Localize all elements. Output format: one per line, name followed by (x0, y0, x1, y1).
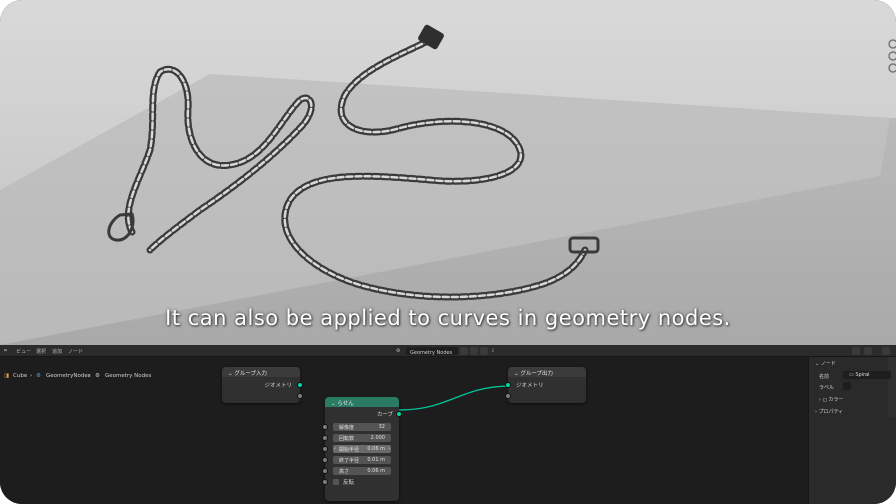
resolution-field[interactable]: 解像度 32 (333, 423, 391, 431)
copy-tree-button[interactable] (470, 347, 478, 355)
output-row: カーブ (325, 409, 402, 420)
node-tree-icon[interactable]: ⚙ (396, 348, 400, 354)
resolution-row: 解像度 32 (322, 422, 399, 433)
increment-arrow-icon[interactable]: › (388, 446, 390, 452)
height-field[interactable]: 高さ 0.06 m (333, 467, 391, 475)
close-tree-button[interactable] (480, 347, 488, 355)
pin-icon[interactable]: ⟟ (492, 348, 494, 354)
editor-header: ⌗ ビュー 選択 追加 ノード ⚙ Geometry Nodes ⟟ (0, 345, 896, 357)
empty-output-socket[interactable] (297, 393, 303, 399)
snap-button[interactable] (864, 347, 872, 355)
video-subtitle: It can also be applied to curves in geom… (165, 306, 731, 330)
end-radius-row: 終了半径 0.01 m (322, 455, 399, 466)
node-link[interactable] (0, 357, 808, 504)
node-header: ⌄ グループ入力 (222, 367, 300, 377)
name-field[interactable]: ▭ Spiral (843, 371, 891, 379)
input-row: ジオメトリ (505, 380, 586, 391)
decrement-arrow-icon[interactable]: ‹ (334, 446, 336, 452)
group-output-node[interactable]: ⌄ グループ出力 ジオメトリ (505, 367, 586, 403)
node-header: ⌄ らせん (325, 397, 399, 407)
name-label: 名前 (819, 374, 830, 380)
start-radius-row: ‹ 開始半径 0.06 m › (322, 444, 399, 455)
empty-row (222, 391, 303, 402)
node-editor: ⌗ ビュー 選択 追加 ノード ⚙ Geometry Nodes ⟟ ◨ Cub… (0, 345, 896, 504)
geometry-input-socket[interactable] (505, 382, 511, 388)
reverse-socket[interactable] (322, 479, 328, 485)
rotations-socket[interactable] (322, 435, 328, 441)
overlay-button[interactable] (852, 347, 860, 355)
properties-sidebar: ⌄ ノード 名前 ▭ Spiral ラベル › ◻ カラー › プロパティ (808, 357, 896, 504)
node-header: ⌄ グループ出力 (508, 367, 586, 377)
reverse-row: 反転 (322, 477, 399, 488)
height-row: 高さ 0.06 m (322, 466, 399, 477)
editor-type-icon[interactable]: ⌗ (4, 348, 7, 354)
output-row: ジオメトリ (222, 380, 303, 391)
color-panel-header[interactable]: › ◻ カラー (819, 396, 843, 403)
geometry-output-socket[interactable] (297, 382, 303, 388)
reverse-checkbox[interactable] (333, 479, 339, 485)
node-panel-header[interactable]: ⌄ ノード (815, 360, 836, 367)
label-label: ラベル (819, 385, 835, 391)
menu-view[interactable]: ビュー (16, 348, 31, 355)
curve-output-socket[interactable] (396, 411, 402, 417)
properties-panel-header[interactable]: › プロパティ (815, 408, 843, 415)
reverse-label: 反転 (343, 480, 355, 486)
end-radius-socket[interactable] (322, 457, 328, 463)
menu-node[interactable]: ノード (68, 348, 83, 355)
chain-render (0, 24, 896, 345)
fake-user-button[interactable] (460, 347, 468, 355)
viewport-3d[interactable]: It can also be applied to curves in geom… (0, 0, 896, 345)
sidebar-toggle-button[interactable] (882, 347, 890, 355)
rotations-row: 回転数 2.000 (322, 433, 399, 444)
sidebar-tabs[interactable] (888, 357, 896, 417)
start-radius-field[interactable]: ‹ 開始半径 0.06 m › (333, 445, 391, 453)
label-field[interactable] (843, 382, 851, 390)
menu-select[interactable]: 選択 (36, 348, 46, 355)
empty-input-socket[interactable] (505, 393, 511, 399)
group-input-node[interactable]: ⌄ グループ入力 ジオメトリ (222, 367, 303, 403)
app-frame: It can also be applied to curves in geom… (0, 0, 896, 504)
node-tree-selector[interactable]: Geometry Nodes (406, 347, 458, 356)
node-canvas[interactable]: ◨ Cube › ⚙ GeometryNodes › ⚙ Geometry No… (0, 357, 808, 504)
spiral-node[interactable]: ⌄ らせん カーブ 解像度 32 回転数 2.000 ‹ 開始半径 0.06 m… (322, 397, 402, 501)
menu-add[interactable]: 追加 (52, 348, 62, 355)
height-socket[interactable] (322, 468, 328, 474)
resolution-socket[interactable] (322, 424, 328, 430)
end-radius-field[interactable]: 終了半径 0.01 m (333, 456, 391, 464)
empty-row (505, 391, 586, 402)
start-radius-socket[interactable] (322, 446, 328, 452)
rotations-field[interactable]: 回転数 2.000 (333, 434, 391, 442)
